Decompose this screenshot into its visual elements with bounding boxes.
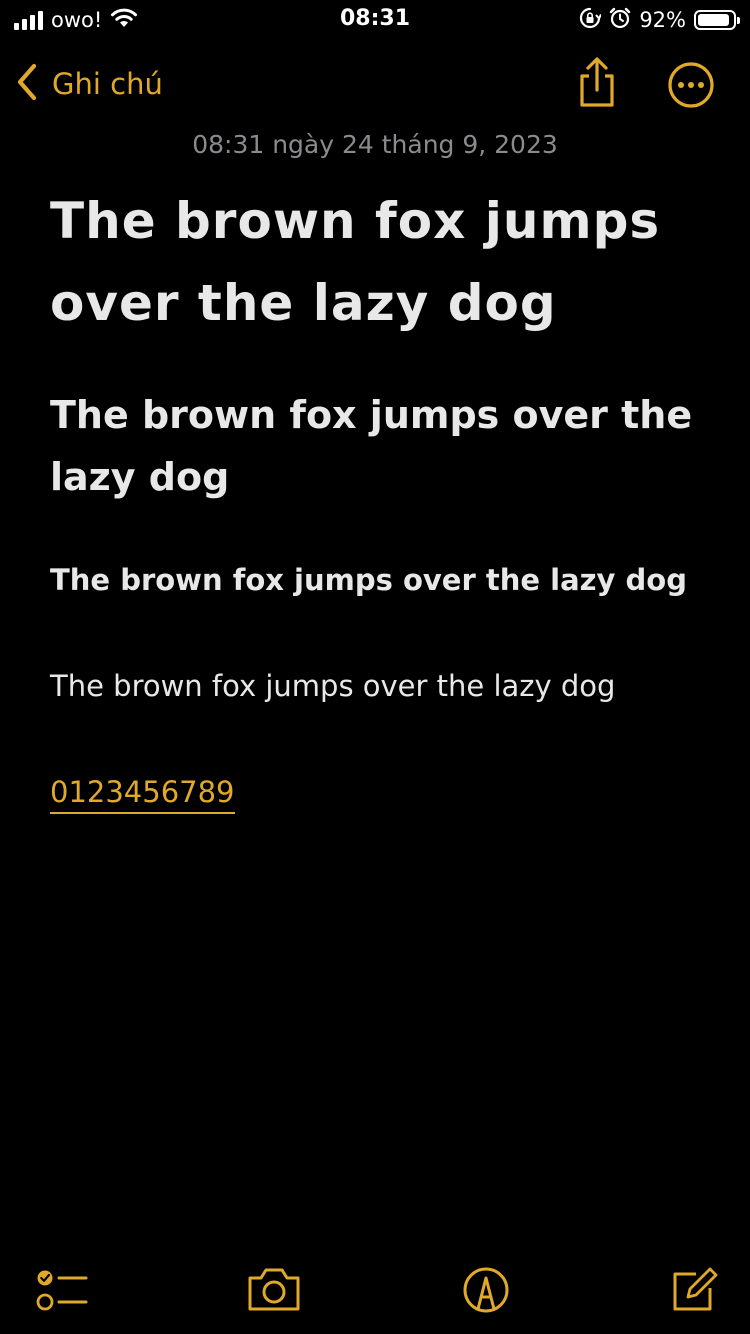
battery-fill	[698, 14, 729, 26]
battery-percent: 92%	[639, 8, 686, 32]
chevron-left-icon	[14, 62, 40, 106]
compose-icon	[670, 1267, 718, 1318]
phone-number-link[interactable]: 0123456789	[50, 772, 235, 814]
note-subheading: The brown fox jumps over the lazy dog	[50, 563, 687, 597]
battery-icon	[694, 10, 740, 30]
checklist-button[interactable]	[34, 1264, 90, 1320]
note-date: 08:31 ngày 24 tháng 9, 2023	[192, 130, 558, 159]
note-heading: The brown fox jumps over the lazy dog	[50, 393, 693, 499]
bottom-toolbar	[0, 1258, 750, 1328]
camera-button[interactable]	[246, 1264, 302, 1318]
status-right: 92%	[579, 7, 740, 33]
back-button[interactable]: Ghi chú	[14, 62, 163, 106]
markup-button[interactable]	[462, 1264, 510, 1318]
alarm-icon	[609, 7, 631, 33]
compose-button[interactable]	[670, 1264, 718, 1318]
note-body-text: The brown fox jumps over the lazy dog	[50, 669, 616, 703]
more-button[interactable]	[666, 60, 716, 114]
note-title: The brown fox jumps over the lazy dog	[50, 192, 661, 332]
camera-icon	[246, 1268, 302, 1318]
orientation-lock-icon	[579, 7, 603, 33]
markup-icon	[462, 1267, 510, 1318]
back-label: Ghi chú	[52, 67, 163, 101]
more-icon	[666, 62, 716, 114]
status-bar: owo! 08:31 92%	[0, 0, 750, 40]
note-body[interactable]: The brown fox jumps over the lazy dog Th…	[50, 180, 710, 814]
share-button[interactable]	[574, 56, 620, 112]
nav-bar: Ghi chú	[0, 50, 750, 120]
share-icon	[574, 57, 620, 112]
checklist-icon	[34, 1270, 90, 1320]
